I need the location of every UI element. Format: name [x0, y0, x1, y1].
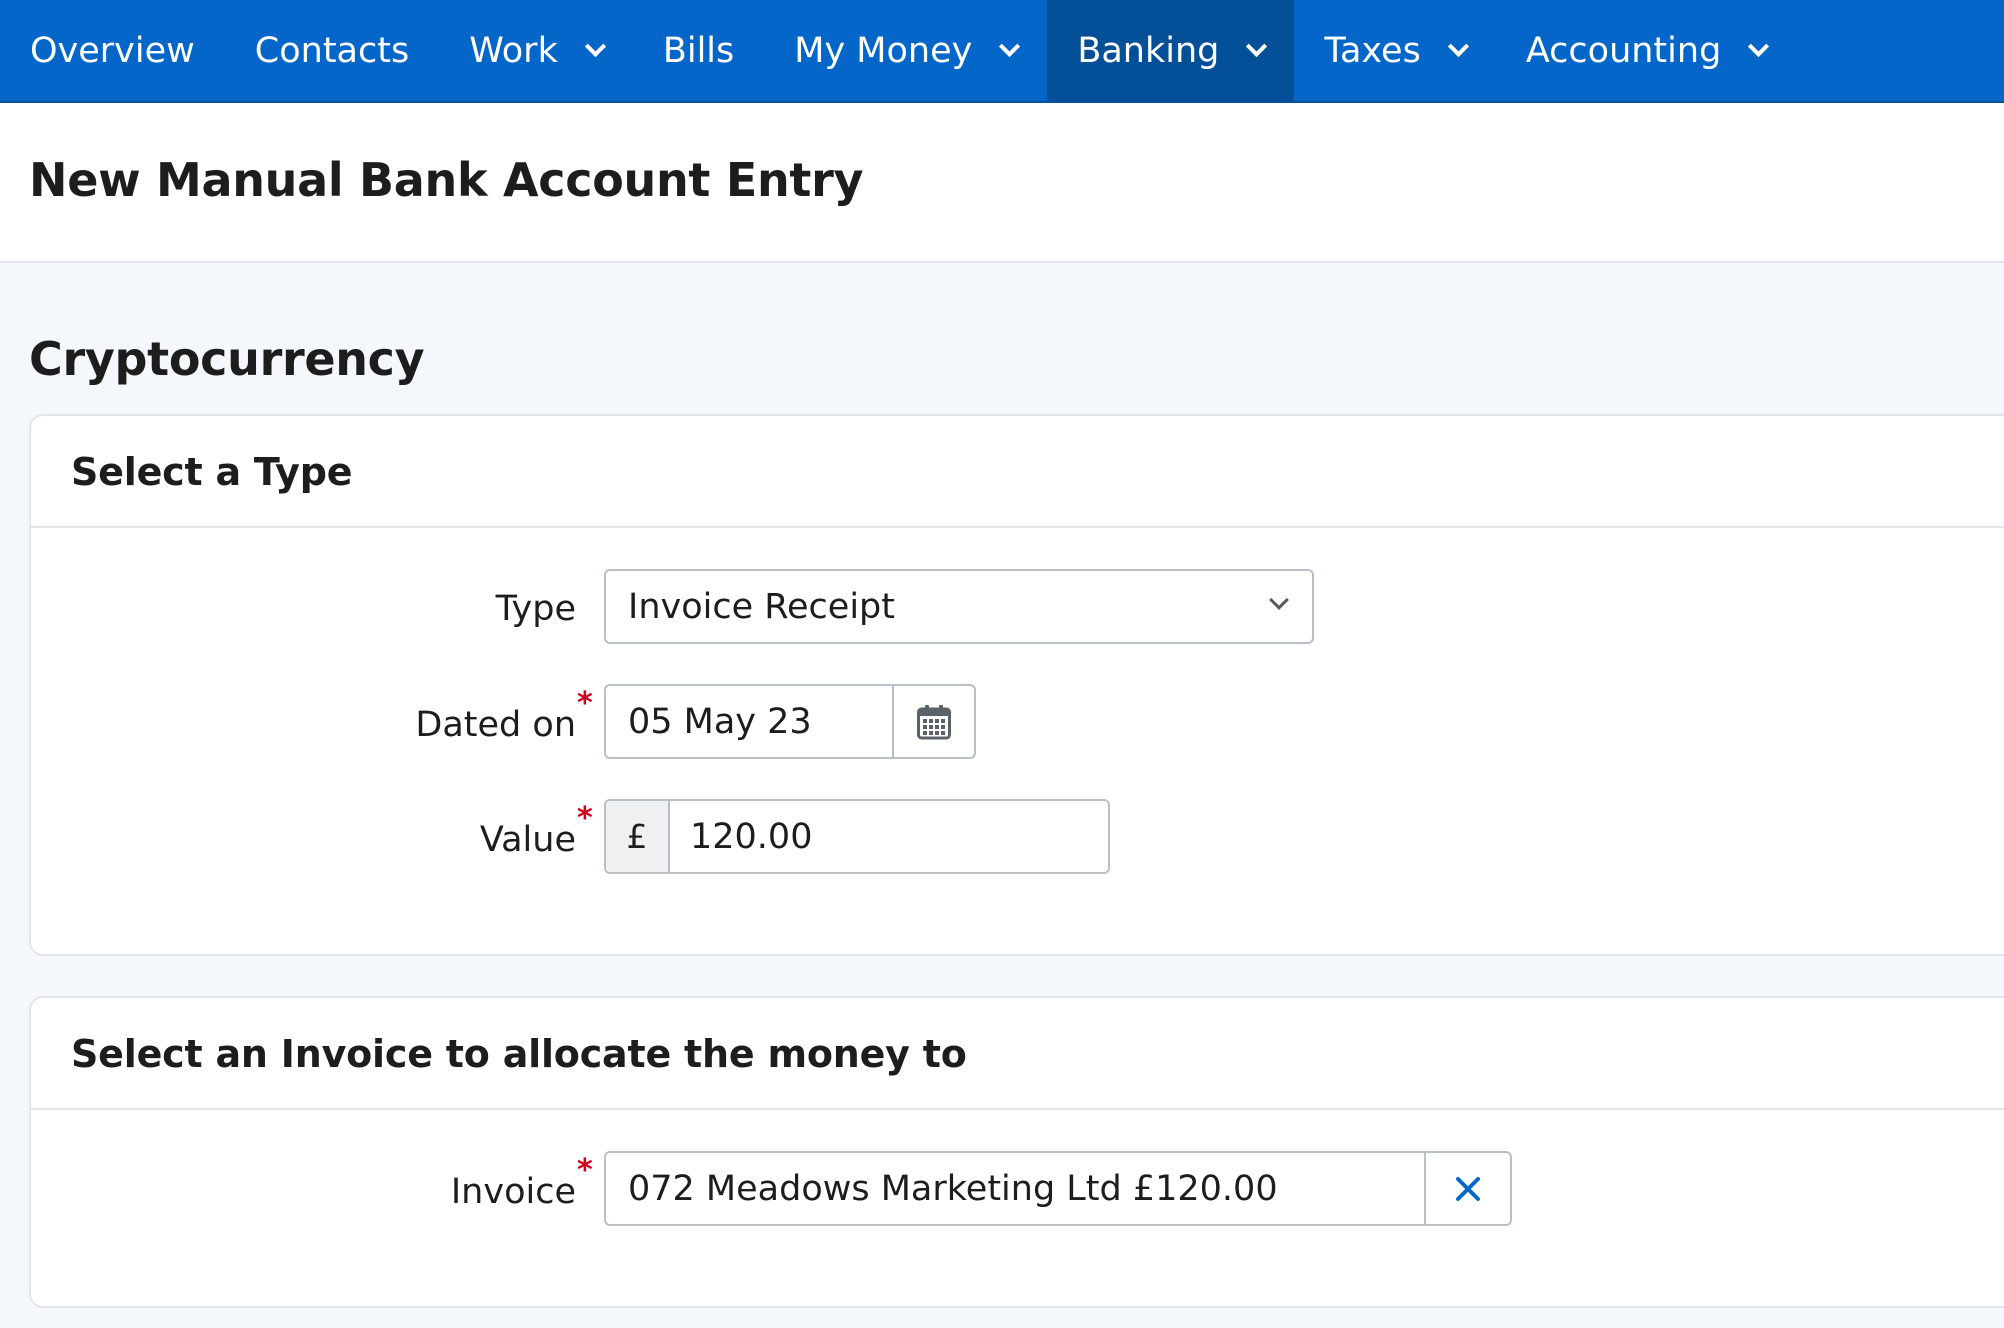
- card-title: Select an Invoice to allocate the money …: [71, 1032, 967, 1076]
- nav-item-accounting[interactable]: Accounting: [1496, 0, 1796, 101]
- page-title: New Manual Bank Account Entry: [29, 153, 864, 207]
- dated-on-label: Dated on: [415, 705, 576, 745]
- chevron-down-icon: [1269, 590, 1289, 610]
- chevron-down-icon: [999, 35, 1021, 57]
- nav-item-label: Work: [469, 30, 558, 71]
- nav-item-bills[interactable]: Bills: [633, 0, 764, 101]
- required-marker: *: [577, 1153, 593, 1188]
- dated-on-field: 05 May 23: [604, 684, 976, 759]
- nav-item-label: My Money: [794, 30, 973, 71]
- card-title: Select a Type: [71, 450, 353, 494]
- card-header: Select an Invoice to allocate the money …: [31, 998, 2004, 1110]
- invoice-clear-button[interactable]: [1426, 1153, 1510, 1224]
- nav-item-banking[interactable]: Banking: [1047, 0, 1295, 101]
- required-marker: *: [577, 801, 593, 836]
- type-select-value: Invoice Receipt: [628, 587, 895, 627]
- nav-item-label: Taxes: [1324, 30, 1421, 71]
- select-type-card: Select a Type: [29, 414, 2004, 956]
- page-header: New Manual Bank Account Entry: [0, 103, 2004, 263]
- date-input[interactable]: 05 May 23: [606, 686, 894, 757]
- invoice-field: 072 Meadows Marketing Ltd £120.00: [604, 1151, 1512, 1226]
- type-label: Type: [495, 589, 576, 629]
- type-select[interactable]: Invoice Receipt: [604, 569, 1314, 644]
- chevron-down-icon: [1246, 35, 1268, 57]
- chevron-down-icon: [1748, 35, 1770, 57]
- nav-item-label: Contacts: [254, 30, 410, 71]
- required-marker: *: [577, 686, 593, 721]
- chevron-down-icon: [1447, 35, 1469, 57]
- value-field: £ 120.00: [604, 799, 1110, 874]
- nav-item-contacts[interactable]: Contacts: [225, 0, 439, 101]
- currency-symbol: £: [606, 801, 670, 872]
- calendar-icon: [917, 704, 951, 739]
- nav-item-work[interactable]: Work: [439, 0, 633, 101]
- close-icon: [1456, 1176, 1480, 1201]
- chevron-down-icon: [584, 35, 606, 57]
- nav-item-my-money[interactable]: My Money: [764, 0, 1047, 101]
- top-navigation: Overview Contacts Work Bills My Money Ba…: [0, 0, 2004, 103]
- value-input[interactable]: 120.00: [670, 801, 1108, 872]
- nav-item-label: Accounting: [1525, 30, 1722, 71]
- value-label: Value: [479, 820, 576, 860]
- date-picker-button[interactable]: [894, 686, 974, 757]
- nav-item-label: Overview: [30, 30, 195, 71]
- invoice-input[interactable]: 072 Meadows Marketing Ltd £120.00: [606, 1153, 1426, 1224]
- nav-item-overview[interactable]: Overview: [0, 0, 225, 101]
- section-title: Cryptocurrency: [29, 332, 425, 386]
- invoice-label: Invoice: [450, 1172, 576, 1212]
- nav-item-label: Bills: [662, 30, 735, 71]
- nav-item-label: Banking: [1077, 30, 1220, 71]
- card-header: Select a Type: [31, 416, 2004, 528]
- nav-item-taxes[interactable]: Taxes: [1294, 0, 1495, 101]
